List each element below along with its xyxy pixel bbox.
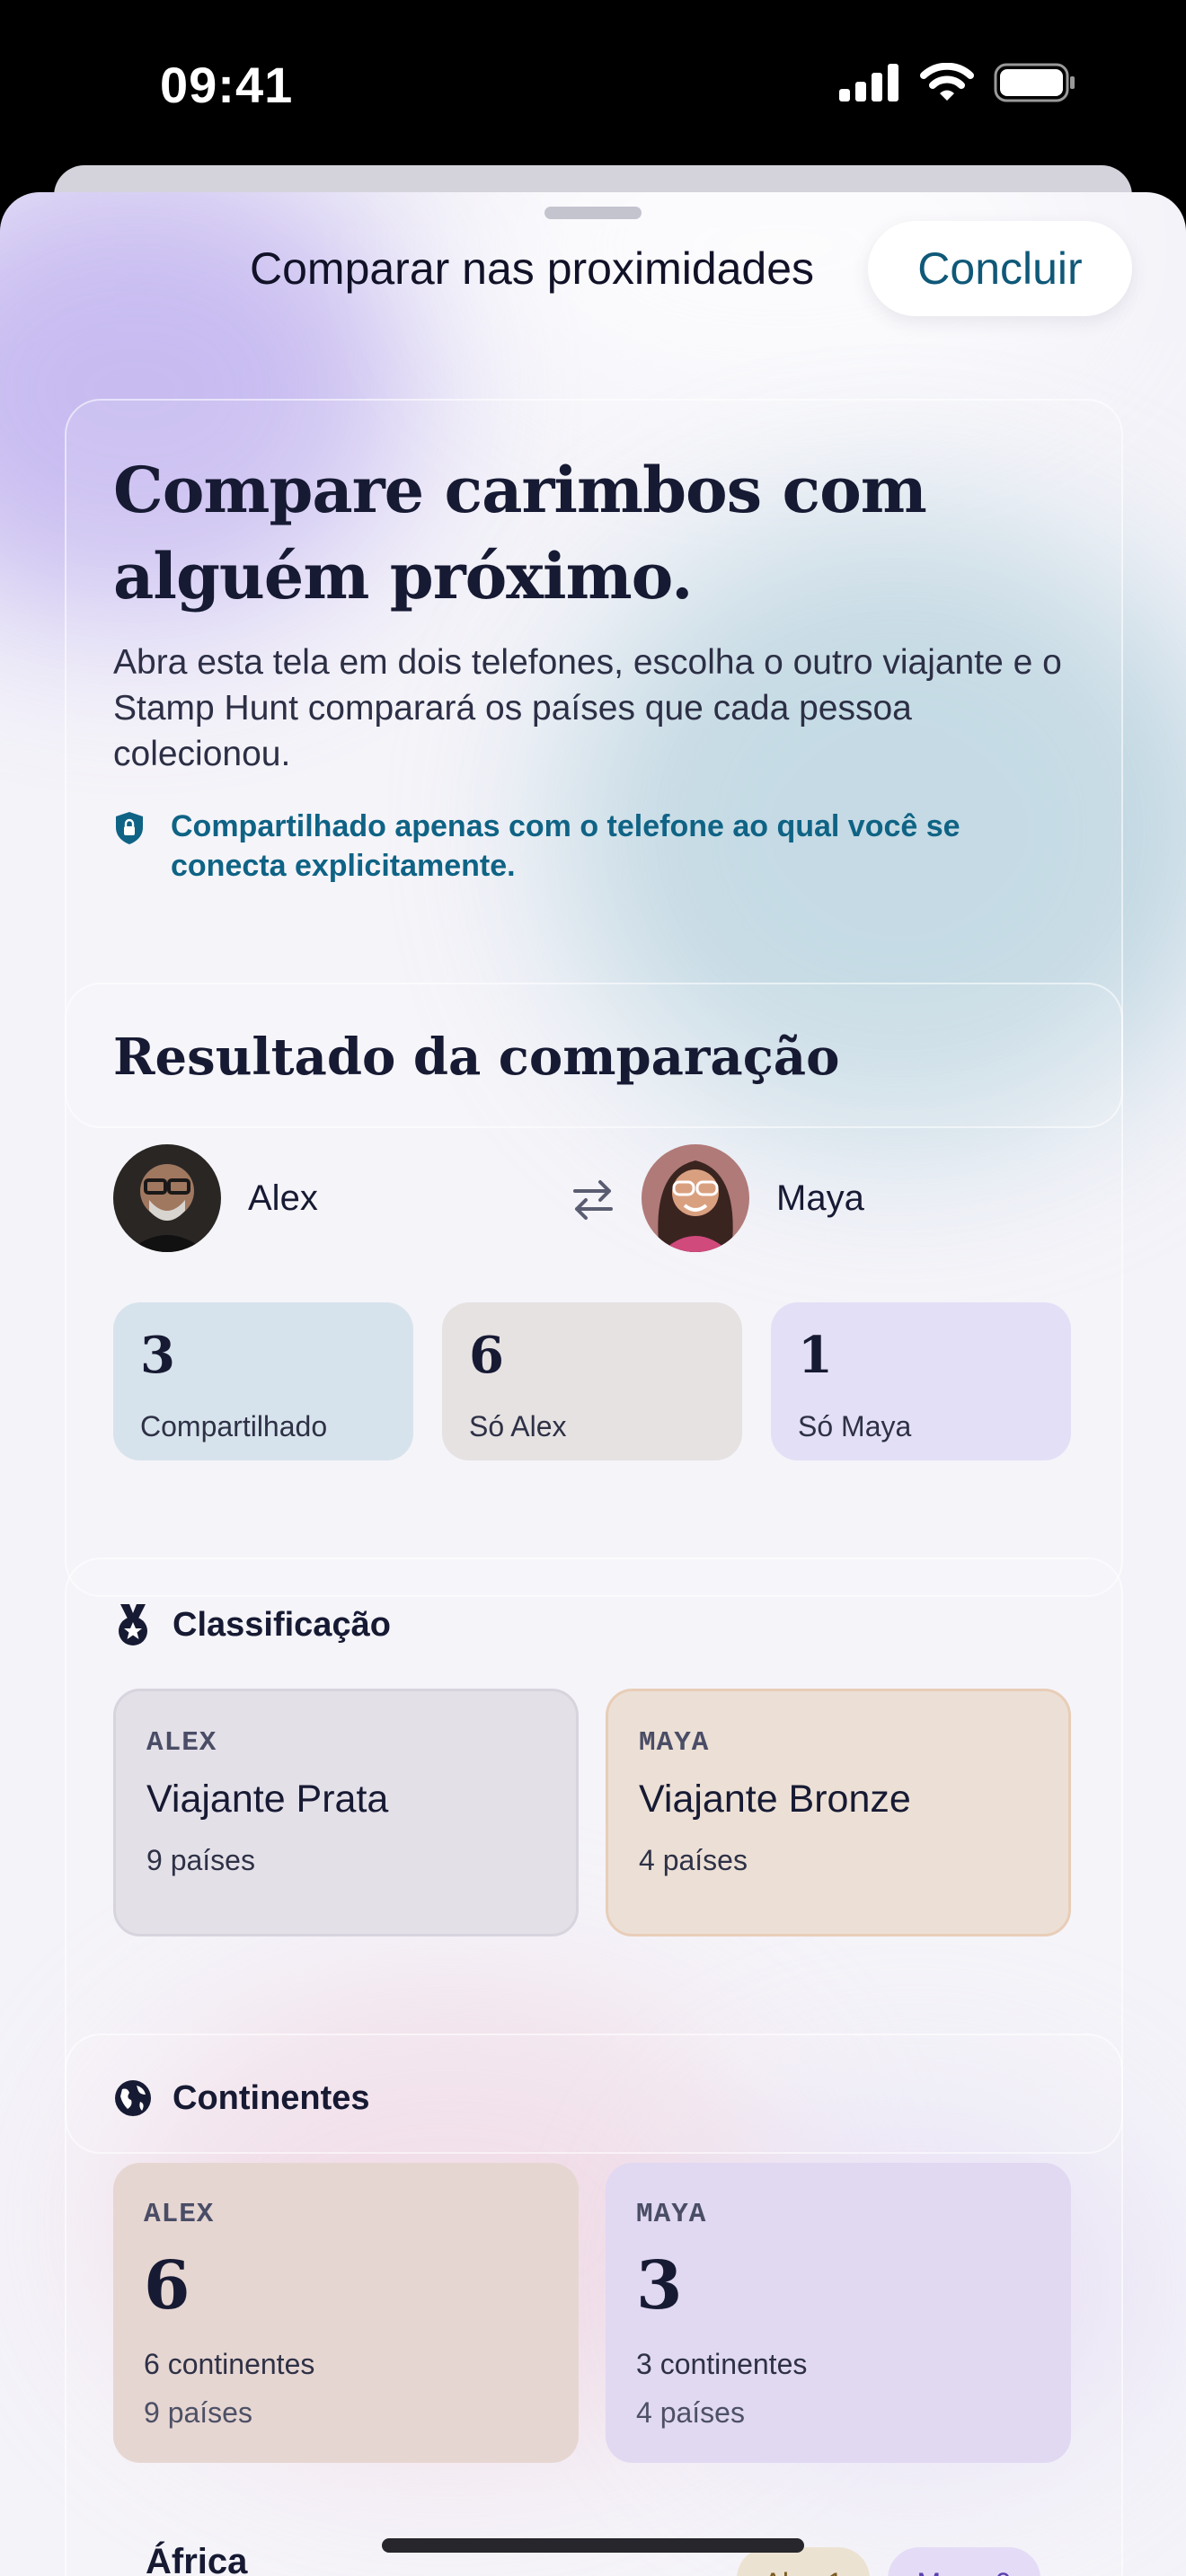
home-indicator[interactable] bbox=[382, 2538, 804, 2553]
stat-shared-value: 3 bbox=[140, 1326, 175, 1385]
rank-alex-countries: 9 países bbox=[146, 1844, 255, 1876]
rank-alex-tier: Viajante Prata bbox=[146, 1778, 389, 1821]
comparison-title: Resultado da comparação bbox=[113, 1028, 840, 1087]
sheet-title: Comparar nas proximidades bbox=[250, 243, 815, 294]
done-button[interactable]: Concluir bbox=[868, 221, 1132, 316]
battery-icon bbox=[994, 63, 1075, 102]
privacy-note: Compartilhado apenas com o telefone ao q… bbox=[113, 807, 1102, 886]
stat-only-maya-value: 1 bbox=[798, 1326, 833, 1385]
cellular-signal-icon bbox=[839, 64, 898, 101]
continents-title: Continentes bbox=[173, 2078, 370, 2117]
rank-tile-maya: MAYA Viajante Bronze 4 países bbox=[606, 1689, 1071, 1936]
rank-maya-kicker: MAYA bbox=[639, 1727, 710, 1759]
continent-tile-alex: ALEX 6 6 continentes 9 países bbox=[113, 2163, 579, 2463]
continent-alex-continents: 6 continentes bbox=[144, 2348, 315, 2380]
stat-only-alex: 6 Só Alex bbox=[442, 1302, 742, 1460]
left-user-name: Alex bbox=[248, 1178, 318, 1218]
stat-shared-label: Compartilhado bbox=[140, 1410, 328, 1442]
lock-shield-icon bbox=[116, 812, 143, 844]
ranking-header: Classificação bbox=[113, 1602, 391, 1647]
continent-row-africa: África bbox=[146, 2542, 248, 2576]
continent-maya-countries: 4 países bbox=[636, 2396, 745, 2429]
rank-alex-kicker: ALEX bbox=[146, 1727, 217, 1759]
left-user: Alex bbox=[113, 1144, 318, 1252]
right-user: Maya bbox=[642, 1144, 864, 1252]
rank-maya-countries: 4 países bbox=[639, 1844, 748, 1876]
sheet-grabber[interactable] bbox=[544, 207, 642, 219]
wifi-icon bbox=[920, 63, 974, 101]
continent-tile-maya: MAYA 3 3 continentes 4 países bbox=[606, 2163, 1071, 2463]
continent-alex-countries: 9 países bbox=[144, 2396, 252, 2429]
continent-maya-kicker: MAYA bbox=[636, 2199, 707, 2230]
right-user-name: Maya bbox=[776, 1178, 864, 1218]
hero-title: Compare carimbos com alguém próximo. bbox=[113, 453, 927, 613]
stat-shared: 3 Compartilhado bbox=[113, 1302, 413, 1460]
continents-header: Continentes bbox=[113, 2078, 370, 2118]
stat-only-maya-label: Só Maya bbox=[798, 1410, 912, 1442]
continent-alex-count: 6 bbox=[144, 2247, 190, 2325]
status-icons bbox=[839, 63, 1076, 102]
rank-tile-alex: ALEX Viajante Prata 9 países bbox=[113, 1689, 579, 1936]
stat-only-alex-label: Só Alex bbox=[469, 1410, 567, 1442]
avatar-alex bbox=[113, 1144, 221, 1252]
status-bar: 09:41 bbox=[0, 0, 1186, 180]
stat-only-maya: 1 Só Maya bbox=[771, 1302, 1071, 1460]
status-time: 09:41 bbox=[160, 57, 294, 113]
rank-maya-tier: Viajante Bronze bbox=[639, 1778, 911, 1821]
globe-icon bbox=[115, 2080, 151, 2116]
swap-arrows-icon[interactable] bbox=[570, 1178, 616, 1222]
continent-maya-continents: 3 continentes bbox=[636, 2348, 808, 2380]
continent-maya-count: 3 bbox=[636, 2247, 683, 2325]
africa-maya-pill: Maya 0 bbox=[888, 2547, 1040, 2576]
compare-sheet: Comparar nas proximidades Concluir Compa… bbox=[0, 192, 1186, 2576]
privacy-text: Compartilhado apenas com o telefone ao q… bbox=[171, 809, 960, 883]
medal-icon bbox=[119, 1604, 147, 1645]
continent-alex-kicker: ALEX bbox=[144, 2199, 215, 2230]
hero-description: Abra esta tela em dois telefones, escolh… bbox=[113, 643, 1062, 773]
ranking-title: Classificação bbox=[173, 1605, 391, 1644]
avatar-maya bbox=[642, 1144, 749, 1252]
stat-only-alex-value: 6 bbox=[469, 1326, 504, 1385]
